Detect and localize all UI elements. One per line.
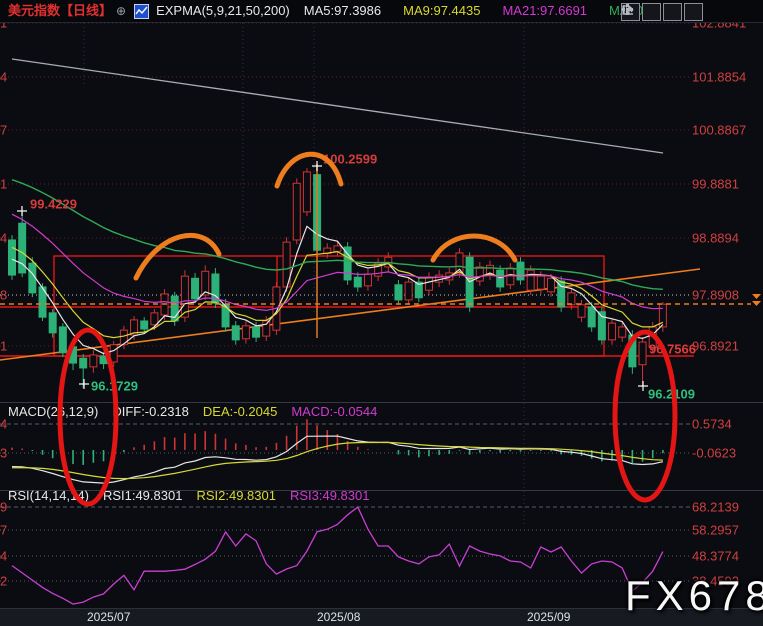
chart-app-window: 美元指数【日线】 ⊕ EXPMA(5,9,21,50,200) MA5:97.3…: [0, 0, 763, 626]
drawn-arc: [433, 236, 515, 260]
annotation-overlay: [0, 0, 763, 626]
drawn-ellipse: [60, 330, 116, 504]
drawn-ellipse: [615, 332, 675, 500]
drawn-arc: [277, 154, 341, 186]
drawn-arc: [136, 235, 219, 278]
